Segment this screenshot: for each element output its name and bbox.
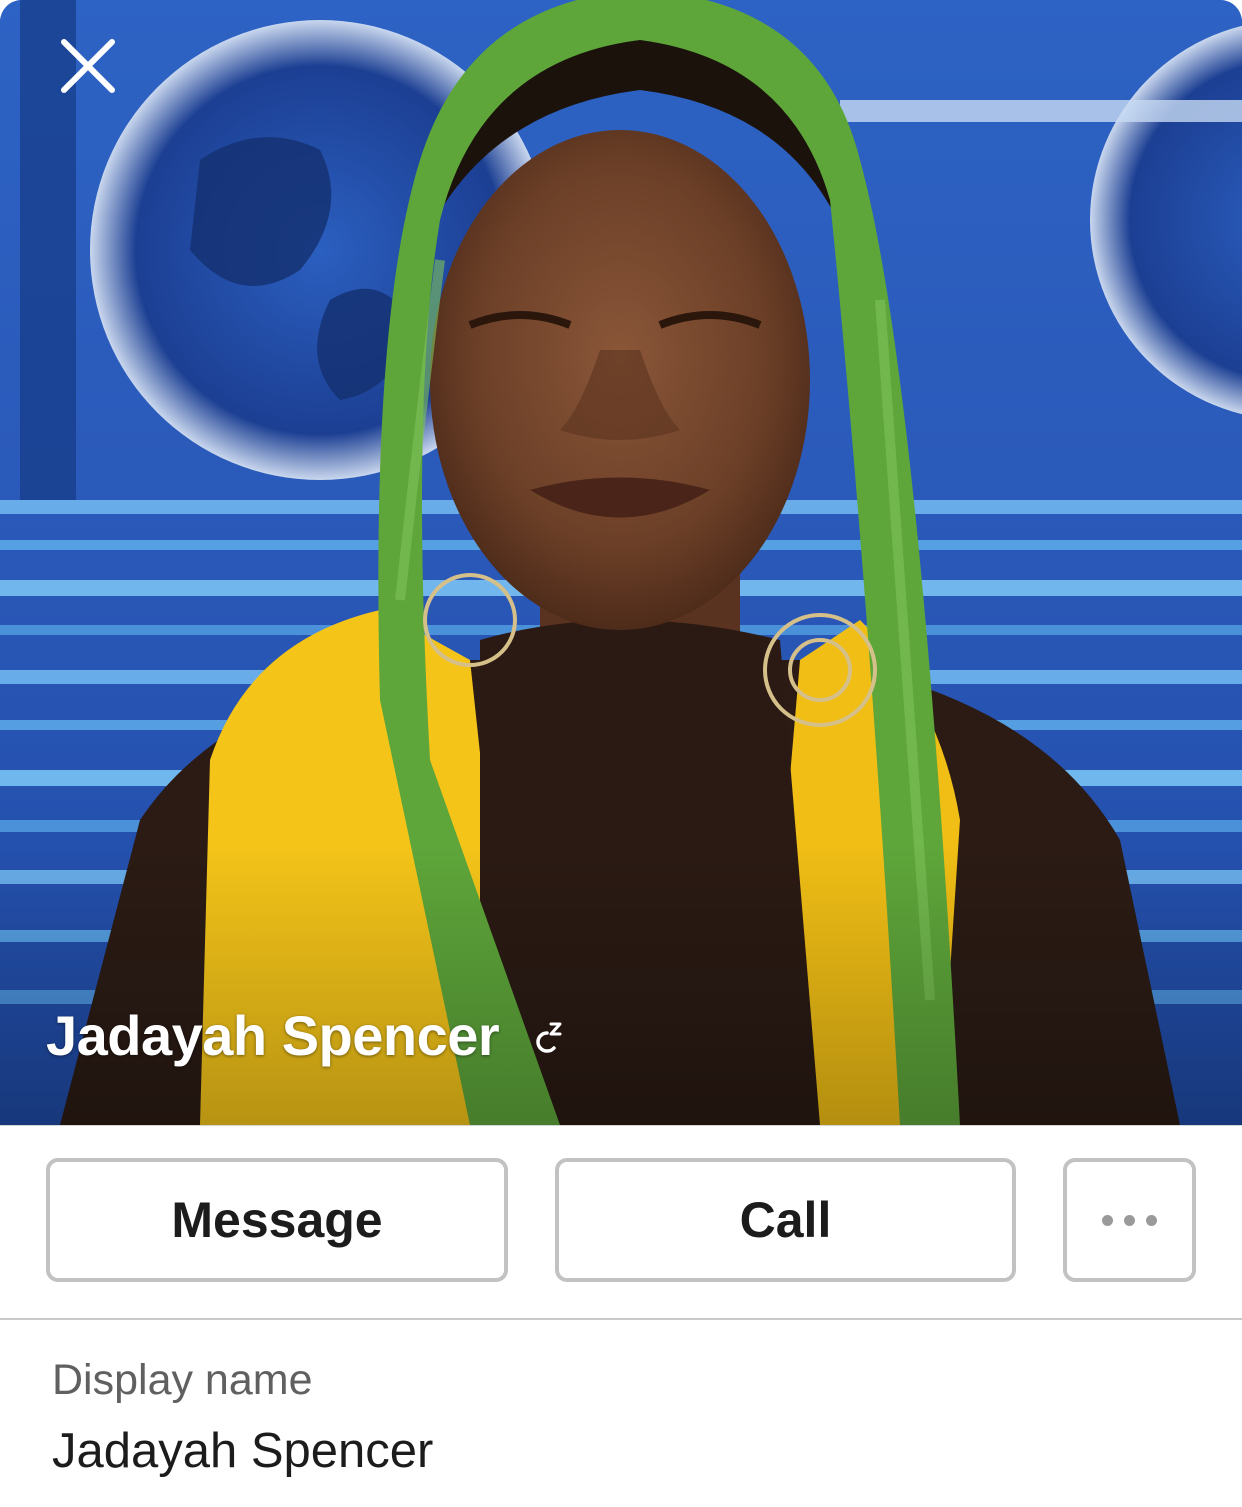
profile-name-row: Jadayah Spencer bbox=[46, 1003, 567, 1068]
more-horizontal-icon bbox=[1102, 1214, 1157, 1226]
display-name-value: Jadayah Spencer bbox=[52, 1424, 434, 1478]
profile-photo-header: Jadayah Spencer bbox=[0, 0, 1242, 1125]
profile-actions-bar: Message Call bbox=[0, 1125, 1242, 1320]
profile-photo bbox=[0, 0, 1242, 1125]
close-button[interactable] bbox=[54, 32, 122, 100]
message-button-label: Message bbox=[171, 1192, 383, 1248]
more-actions-button[interactable] bbox=[1063, 1158, 1196, 1282]
call-button-label: Call bbox=[739, 1192, 832, 1248]
call-button[interactable]: Call bbox=[555, 1158, 1016, 1282]
display-name-label: Display name bbox=[52, 1356, 313, 1404]
profile-name: Jadayah Spencer bbox=[46, 1004, 500, 1067]
message-button[interactable]: Message bbox=[46, 1158, 508, 1282]
close-icon bbox=[61, 39, 115, 93]
display-name-field: Display name Jadayah Spencer bbox=[52, 1350, 433, 1486]
zzz-snooze-icon bbox=[536, 1022, 562, 1053]
